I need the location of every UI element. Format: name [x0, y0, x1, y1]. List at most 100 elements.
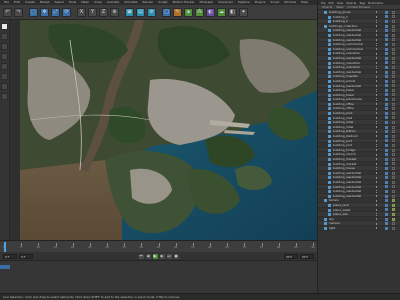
visibility-dots-icon[interactable]: [376, 98, 379, 101]
rotate-icon[interactable]: ⟳: [62, 7, 71, 17]
visibility-dots-icon[interactable]: [376, 130, 379, 133]
start-frame-field[interactable]: 0 F: [3, 253, 17, 259]
visibility-dots-icon[interactable]: [376, 149, 379, 152]
material-tag-icon[interactable]: [392, 33, 395, 37]
layer-tag-icon[interactable]: [385, 166, 388, 170]
layer-tag-icon[interactable]: [385, 217, 388, 221]
workplane-icon[interactable]: [1, 93, 8, 100]
material-tag-icon[interactable]: [392, 189, 395, 193]
go-to-start-icon[interactable]: ⏮: [138, 253, 144, 259]
layer-tag-icon[interactable]: [385, 24, 388, 28]
layer-tag-icon[interactable]: [385, 116, 388, 120]
layer-tag-icon[interactable]: [385, 222, 388, 226]
object-list[interactable]: building_group building_1 building_2 buildi…: [318, 10, 400, 293]
polygons-mode-icon[interactable]: [1, 63, 8, 70]
visibility-dots-icon[interactable]: [376, 75, 379, 78]
object-manager-tab[interactable]: Content Browser: [348, 5, 370, 9]
visibility-dots-icon[interactable]: [376, 89, 379, 92]
visibility-dots-icon[interactable]: [376, 38, 379, 41]
layer-tag-icon[interactable]: [385, 162, 388, 166]
layer-tag-icon[interactable]: [385, 98, 388, 102]
visibility-dots-icon[interactable]: [376, 171, 379, 175]
layer-tag-icon[interactable]: [385, 121, 388, 125]
visibility-dots-icon[interactable]: [376, 181, 379, 184]
layer-tag-icon[interactable]: [385, 70, 388, 74]
cloner-icon[interactable]: ⁂: [195, 7, 204, 17]
layer-tag-icon[interactable]: [385, 134, 388, 138]
visibility-dots-icon[interactable]: [376, 84, 379, 87]
visibility-dots-icon[interactable]: [376, 126, 379, 129]
material-tag-icon[interactable]: [392, 212, 395, 216]
object-row[interactable]: light: [318, 226, 400, 231]
object-manager-menu-item[interactable]: View: [337, 1, 343, 5]
material-tag-icon[interactable]: [392, 148, 395, 152]
visibility-dots-icon[interactable]: [376, 144, 379, 147]
layer-tag-icon[interactable]: [385, 47, 388, 51]
layer-tag-icon[interactable]: [385, 189, 388, 193]
subdivide-icon[interactable]: ◈: [184, 7, 193, 17]
material-tag-icon[interactable]: [392, 162, 395, 166]
object-manager-menu-item[interactable]: Tags: [359, 1, 365, 5]
layer-tag-icon[interactable]: [385, 125, 388, 129]
edges-mode-icon[interactable]: [1, 53, 8, 60]
light-icon[interactable]: ✦: [239, 7, 248, 17]
visibility-dots-icon[interactable]: [376, 43, 379, 46]
visibility-dots-icon[interactable]: [376, 52, 379, 55]
visibility-dots-icon[interactable]: [376, 227, 379, 230]
visibility-dots-icon[interactable]: [376, 185, 379, 188]
visibility-dots-icon[interactable]: [376, 112, 379, 115]
visibility-dots-icon[interactable]: [376, 199, 379, 202]
next-key-icon[interactable]: ▶: [159, 253, 165, 259]
layer-tag-icon[interactable]: [385, 171, 388, 175]
layer-tag-icon[interactable]: [385, 144, 388, 148]
render-view-icon[interactable]: ▣: [125, 7, 134, 17]
visibility-dots-icon[interactable]: [376, 66, 379, 69]
live-selection-icon[interactable]: ⬚: [29, 7, 38, 17]
play-icon[interactable]: ▶: [152, 253, 158, 259]
material-tag-icon[interactable]: [392, 65, 395, 69]
visibility-dots-icon[interactable]: [376, 61, 379, 64]
material-tag-icon[interactable]: [392, 116, 395, 120]
3d-viewport[interactable]: [10, 20, 317, 240]
material-tag-icon[interactable]: [392, 203, 395, 207]
visibility-dots-icon[interactable]: [376, 57, 379, 60]
material-tag-icon[interactable]: [392, 107, 395, 111]
camera-icon[interactable]: ◧: [228, 7, 237, 17]
record-icon[interactable]: ●: [173, 253, 179, 259]
visibility-dots-icon[interactable]: [376, 194, 379, 198]
layer-tag-icon[interactable]: [385, 42, 388, 46]
material-tag-icon[interactable]: [392, 166, 395, 170]
material-tag-icon[interactable]: [392, 61, 395, 65]
deformer-icon[interactable]: ◐: [206, 7, 215, 17]
visibility-dots-icon[interactable]: [376, 11, 379, 14]
visibility-dots-icon[interactable]: [376, 107, 379, 110]
playhead[interactable]: [4, 242, 6, 252]
render-settings-icon[interactable]: ⚙: [147, 7, 156, 17]
object-manager-menu-item[interactable]: Objects: [346, 1, 356, 5]
material-tag-icon[interactable]: [392, 79, 395, 83]
current-frame-field[interactable]: 0 F: [19, 253, 33, 259]
end-frame-field[interactable]: 90 F: [284, 253, 298, 259]
visibility-dots-icon[interactable]: [376, 162, 379, 165]
layer-tag-icon[interactable]: [385, 19, 388, 23]
material-tag-icon[interactable]: [392, 70, 395, 74]
material-tag-icon[interactable]: [392, 111, 395, 115]
material-tag-icon[interactable]: [392, 222, 395, 226]
material-tag-icon[interactable]: [392, 121, 395, 125]
layer-tag-icon[interactable]: [385, 111, 388, 115]
material-tag-icon[interactable]: [392, 24, 395, 28]
material-tag-icon[interactable]: [392, 144, 395, 148]
material-tag-icon[interactable]: [392, 75, 395, 79]
move-icon[interactable]: ✥: [40, 7, 49, 17]
visibility-dots-icon[interactable]: [376, 20, 379, 23]
material-tag-icon[interactable]: [392, 29, 395, 33]
timeline-ruler[interactable]: 051015202530354045505560657075808590: [0, 240, 317, 252]
layer-tag-icon[interactable]: [385, 194, 388, 198]
material-tag-icon[interactable]: [392, 139, 395, 143]
material-tag-icon[interactable]: [392, 157, 395, 161]
cube-icon[interactable]: ▢: [162, 7, 171, 17]
pen-icon[interactable]: ✎: [173, 7, 182, 17]
render-picture-icon[interactable]: ▤: [136, 7, 145, 17]
material-tag-icon[interactable]: [392, 171, 395, 175]
material-tag-icon[interactable]: [392, 185, 395, 189]
